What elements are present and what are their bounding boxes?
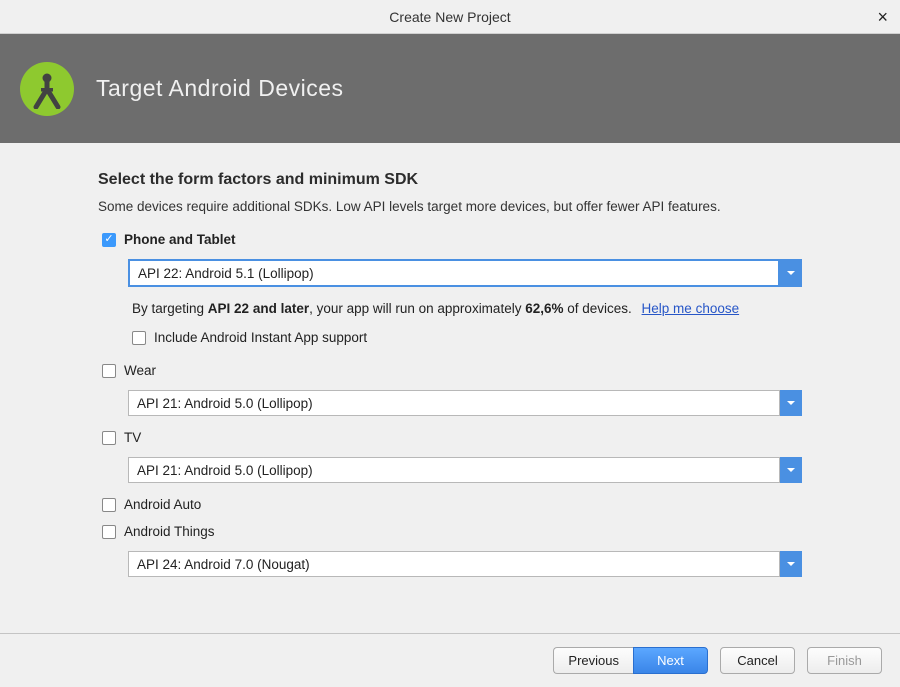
tv-label: TV xyxy=(124,430,141,445)
header-banner: Target Android Devices xyxy=(0,34,900,143)
tv-api-dropdown[interactable]: API 21: Android 5.0 (Lollipop) xyxy=(128,457,802,483)
tv-checkbox[interactable] xyxy=(102,431,116,445)
section-description: Some devices require additional SDKs. Lo… xyxy=(98,199,802,214)
phone-tablet-row: Phone and Tablet xyxy=(102,232,802,247)
things-row: Android Things xyxy=(102,524,802,539)
finish-button: Finish xyxy=(807,647,882,674)
instant-app-row: Include Android Instant App support xyxy=(132,330,802,345)
previous-button[interactable]: Previous xyxy=(553,647,633,674)
content-area: Select the form factors and minimum SDK … xyxy=(0,143,900,611)
close-icon[interactable]: × xyxy=(877,8,888,26)
chevron-down-icon[interactable] xyxy=(780,390,802,416)
wear-api-dropdown[interactable]: API 21: Android 5.0 (Lollipop) xyxy=(128,390,802,416)
window-title: Create New Project xyxy=(389,9,510,25)
things-label: Android Things xyxy=(124,524,215,539)
wear-label: Wear xyxy=(124,363,156,378)
phone-tablet-label: Phone and Tablet xyxy=(124,232,236,247)
things-checkbox[interactable] xyxy=(102,525,116,539)
nav-button-group: Previous Next xyxy=(553,647,708,674)
section-title: Select the form factors and minimum SDK xyxy=(98,171,802,189)
auto-label: Android Auto xyxy=(124,497,201,512)
wear-row: Wear xyxy=(102,363,802,378)
auto-row: Android Auto xyxy=(102,497,802,512)
auto-checkbox[interactable] xyxy=(102,498,116,512)
instant-app-checkbox[interactable] xyxy=(132,331,146,345)
help-me-choose-link[interactable]: Help me choose xyxy=(642,301,740,316)
things-api-value[interactable]: API 24: Android 7.0 (Nougat) xyxy=(128,551,780,577)
title-bar: Create New Project × xyxy=(0,0,900,34)
tv-row: TV xyxy=(102,430,802,445)
chevron-down-icon[interactable] xyxy=(780,259,802,287)
wear-checkbox[interactable] xyxy=(102,364,116,378)
chevron-down-icon[interactable] xyxy=(780,551,802,577)
page-title: Target Android Devices xyxy=(96,75,344,102)
phone-tablet-checkbox[interactable] xyxy=(102,233,116,247)
next-button[interactable]: Next xyxy=(633,647,708,674)
phone-tablet-api-value[interactable]: API 22: Android 5.1 (Lollipop) xyxy=(128,259,780,287)
chevron-down-icon[interactable] xyxy=(780,457,802,483)
tv-api-value[interactable]: API 21: Android 5.0 (Lollipop) xyxy=(128,457,780,483)
phone-tablet-api-dropdown[interactable]: API 22: Android 5.1 (Lollipop) xyxy=(128,259,802,287)
api-coverage-hint: By targeting API 22 and later, your app … xyxy=(132,301,802,316)
cancel-button[interactable]: Cancel xyxy=(720,647,795,674)
wear-api-value[interactable]: API 21: Android 5.0 (Lollipop) xyxy=(128,390,780,416)
instant-app-label: Include Android Instant App support xyxy=(154,330,367,345)
things-api-dropdown[interactable]: API 24: Android 7.0 (Nougat) xyxy=(128,551,802,577)
android-studio-logo-icon xyxy=(20,62,74,116)
footer-bar: Previous Next Cancel Finish xyxy=(0,633,900,687)
